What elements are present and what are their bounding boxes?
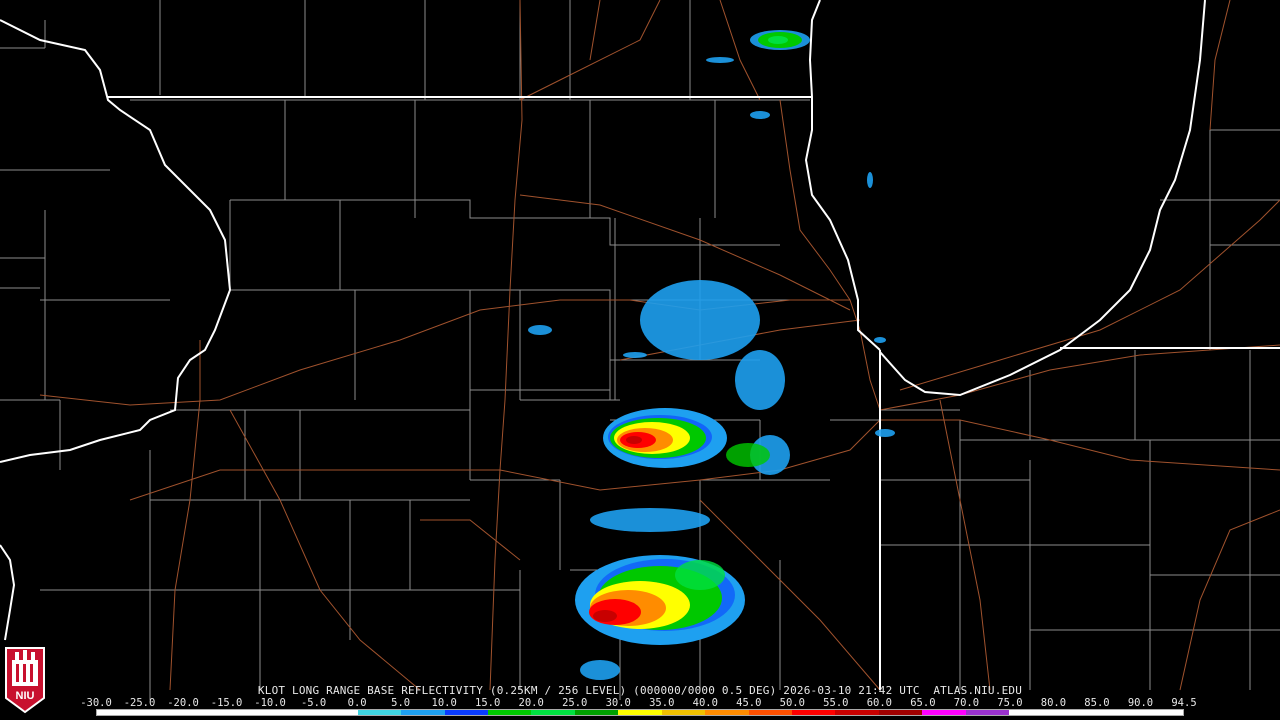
colorbar-segment <box>1139 710 1183 715</box>
colorbar-segment <box>792 710 836 715</box>
colorbar-label: 20.0 <box>518 697 544 709</box>
colorbar-segment <box>444 710 488 715</box>
colorbar-label: 65.0 <box>910 697 936 709</box>
colorbar-label: 75.0 <box>997 697 1023 709</box>
colorbar-segment <box>1096 710 1140 715</box>
colorbar-label: 94.5 <box>1171 697 1197 709</box>
colorbar-segment <box>835 710 879 715</box>
colorbar-segment <box>661 710 706 715</box>
colorbar-label: 70.0 <box>953 697 980 709</box>
colorbar-label: 90.0 <box>1127 697 1154 709</box>
colorbar-segment <box>487 710 532 715</box>
colorbar-label: -30.0 <box>80 697 112 709</box>
niu-logo: NIU <box>5 647 45 714</box>
colorbar-label: 0.0 <box>347 697 367 709</box>
colorbar-label: -15.0 <box>210 697 243 709</box>
colorbar-labels: -30.0 -25.0 -20.0 -15.0 -10.0 -5.0 0.0 5.0 10.0 1… <box>80 697 1197 709</box>
colorbar-segment <box>401 710 445 715</box>
colorbar-label: 25.0 <box>562 697 588 709</box>
colorbar-segment <box>878 710 923 715</box>
colorbar-label: -5.0 <box>300 697 327 709</box>
colorbar-label: 85.0 <box>1084 697 1110 709</box>
colorbar-segment <box>97 710 141 715</box>
colorbar-label: 45.0 <box>736 697 762 709</box>
colorbar-label: 40.0 <box>692 697 718 709</box>
colorbar-segment <box>357 710 402 715</box>
colorbar-segment <box>270 710 315 715</box>
colorbar-label: 30.0 <box>605 697 631 709</box>
colorbar-segment <box>1052 710 1097 715</box>
colorbar-segment <box>705 710 749 715</box>
radar-map <box>0 0 1280 720</box>
colorbar-segment <box>531 710 575 715</box>
colorbar-segment <box>574 710 619 715</box>
product-caption: KLOT LONG RANGE BASE REFLECTIVITY (0.25K… <box>257 684 1023 697</box>
colorbar-label: 15.0 <box>475 697 501 709</box>
colorbar-label: -25.0 <box>123 697 156 709</box>
colorbar-segment <box>965 710 1010 715</box>
colorbar-segment <box>618 710 662 715</box>
colorbar-label: 80.0 <box>1040 697 1067 709</box>
colorbar-label: -20.0 <box>167 697 199 709</box>
colorbar-label: 10.0 <box>431 697 457 709</box>
colorbar-segment <box>922 710 966 715</box>
colorbar-label: 60.0 <box>866 697 893 709</box>
colorbar-segment <box>314 710 358 715</box>
colorbar-segment <box>1009 710 1053 715</box>
colorbar-segment <box>227 710 271 715</box>
colorbar-segment <box>183 710 228 715</box>
colorbar-segment <box>140 710 184 715</box>
colorbar-label: 50.0 <box>779 697 805 709</box>
colorbar <box>96 709 1184 716</box>
colorbar-label: 35.0 <box>649 697 675 709</box>
colorbar-segment <box>748 710 792 715</box>
colorbar-label: 5.0 <box>391 697 411 709</box>
colorbar-label: 55.0 <box>823 697 849 709</box>
colorbar-label: -10.0 <box>254 697 286 709</box>
